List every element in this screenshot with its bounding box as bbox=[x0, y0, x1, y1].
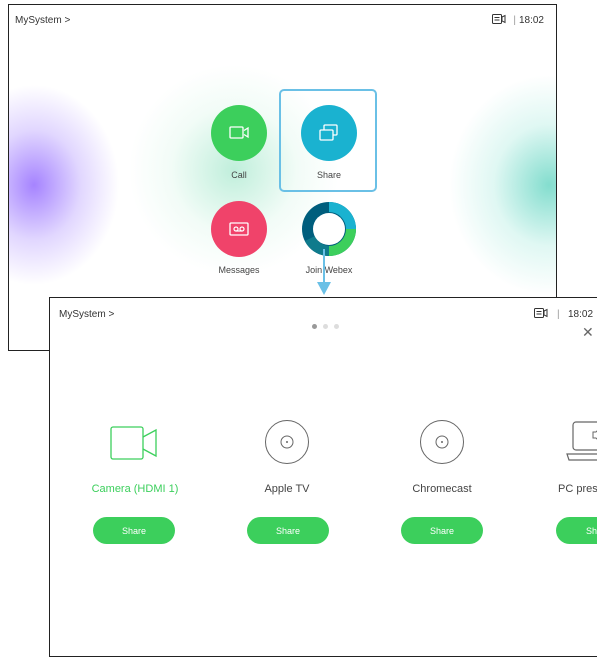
topbar-separator: | bbox=[557, 309, 560, 320]
disc-icon[interactable] bbox=[420, 420, 464, 464]
laptop-icon[interactable] bbox=[565, 420, 597, 464]
source-apple-tv[interactable]: Apple TV bbox=[222, 475, 352, 495]
callout-arrow-head bbox=[317, 282, 331, 295]
source-label: Apple TV bbox=[264, 483, 310, 495]
voicemail-icon bbox=[229, 222, 249, 236]
source-label: PC pres bbox=[558, 483, 597, 495]
share-chromecast-button[interactable]: Share bbox=[401, 517, 483, 544]
messages-button[interactable] bbox=[211, 201, 267, 257]
source-label: Chromecast bbox=[412, 483, 472, 495]
camera-status-icon[interactable] bbox=[492, 14, 506, 24]
join-webex-label: Join Webex bbox=[305, 265, 353, 275]
clock-time: 18:02 bbox=[518, 15, 544, 26]
source-camera[interactable]: Camera (HDMI 1) bbox=[70, 475, 200, 495]
share-camera-button[interactable]: Share bbox=[93, 517, 175, 544]
webex-logo-icon bbox=[302, 202, 356, 256]
clock-time: 18:02 bbox=[568, 309, 594, 320]
share-screen: MySystem > | 18:02 ✕ Camera (HDMI 1) Sha… bbox=[49, 297, 597, 657]
page-dot[interactable] bbox=[334, 324, 339, 329]
camera-status-icon[interactable] bbox=[534, 308, 548, 318]
share-highlight-frame bbox=[279, 89, 377, 192]
call-label: Call bbox=[231, 170, 247, 180]
camera-icon[interactable] bbox=[110, 426, 158, 460]
messages-label: Messages bbox=[218, 265, 260, 275]
call-button[interactable] bbox=[211, 105, 267, 161]
system-name-breadcrumb[interactable]: MySystem > bbox=[15, 15, 70, 26]
background-glow-teal bbox=[449, 75, 556, 295]
background-glow-purple bbox=[9, 85, 119, 285]
share-apple-tv-button[interactable]: Share bbox=[247, 517, 329, 544]
source-chromecast[interactable]: Chromecast bbox=[377, 475, 507, 495]
system-name-breadcrumb[interactable]: MySystem > bbox=[59, 309, 114, 320]
callout-arrow-line bbox=[323, 249, 325, 283]
video-icon bbox=[229, 126, 249, 139]
page-dot[interactable] bbox=[323, 324, 328, 329]
disc-icon[interactable] bbox=[265, 420, 309, 464]
share-pc-button[interactable]: Sh bbox=[556, 517, 597, 544]
close-icon[interactable]: ✕ bbox=[582, 324, 594, 341]
page-indicator bbox=[312, 324, 339, 329]
page-dot-active[interactable] bbox=[312, 324, 317, 329]
source-label: Camera (HDMI 1) bbox=[91, 483, 179, 495]
join-webex-button[interactable] bbox=[301, 201, 357, 257]
topbar-separator: | bbox=[513, 15, 516, 26]
source-pc[interactable]: PC pres bbox=[558, 475, 597, 495]
